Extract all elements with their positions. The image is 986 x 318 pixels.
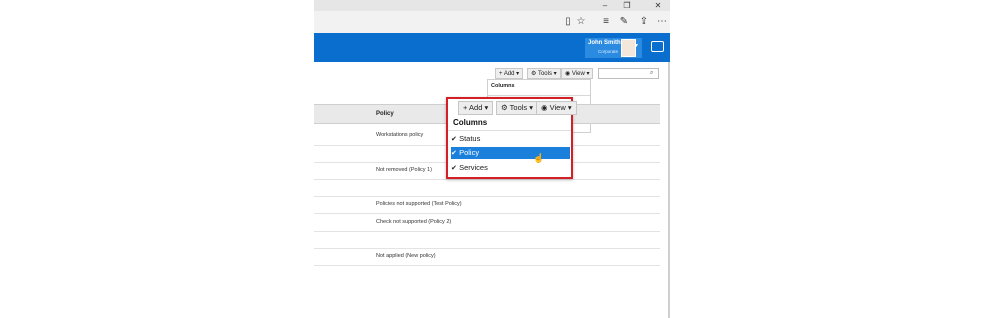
hub-icon[interactable]: ≡: [598, 13, 614, 31]
avatar[interactable]: [621, 39, 636, 57]
columns-dropdown-title: Columns: [491, 83, 515, 89]
view-button[interactable]: ◉ View ▾: [561, 68, 594, 79]
callout-add-button[interactable]: + Add ▾: [458, 101, 494, 115]
column-header-policy[interactable]: Policy: [376, 111, 394, 117]
minimize-icon[interactable]: –: [598, 0, 612, 11]
user-name: John Smith: [588, 40, 621, 46]
checkmark-icon: ✔: [451, 150, 457, 157]
checkmark-icon: ✔: [451, 136, 457, 143]
search-icon[interactable]: ⌕: [650, 68, 653, 79]
table-row: Not applied (New policy): [376, 253, 436, 259]
hand-cursor-icon: ☝: [533, 153, 545, 163]
row-divider: [314, 231, 660, 232]
divider: [487, 95, 590, 96]
more-icon[interactable]: ⋯: [654, 13, 670, 31]
row-divider: [314, 179, 660, 180]
table-row: Check not supported (Policy 2): [376, 219, 452, 225]
checkmark-icon: ✔: [451, 165, 457, 172]
column-option-policy[interactable]: ✔ Policy: [451, 147, 570, 159]
divider: [448, 130, 571, 131]
chevron-down-icon[interactable]: ▾: [635, 42, 638, 49]
notes-icon[interactable]: ✎: [616, 13, 632, 31]
browser-title-bar: [314, 0, 670, 11]
column-option-status[interactable]: ✔ Status: [451, 133, 570, 145]
close-icon[interactable]: ✕: [651, 0, 665, 11]
scrollbar[interactable]: [668, 62, 670, 318]
row-divider: [314, 213, 660, 214]
tools-button[interactable]: ⚙ Tools ▾: [527, 68, 561, 79]
add-button[interactable]: + Add ▾: [495, 68, 524, 79]
columns-menu-title: Columns: [453, 118, 488, 127]
favorite-star-icon[interactable]: ☆: [573, 13, 589, 31]
user-org: Corporate: [598, 49, 619, 54]
callout-view-button[interactable]: ◉ View ▾: [536, 101, 577, 115]
row-divider: [314, 248, 660, 249]
chat-icon[interactable]: [651, 41, 664, 52]
callout-tools-button[interactable]: ⚙ Tools ▾: [496, 101, 539, 115]
row-divider: [314, 196, 660, 197]
restore-icon[interactable]: ❐: [620, 0, 634, 11]
column-option-label: Policy: [459, 148, 480, 157]
table-row: Not removed (Policy 1): [376, 167, 432, 173]
column-option-label: Status: [459, 134, 481, 143]
column-option-services[interactable]: ✔ Services: [451, 162, 570, 174]
share-icon[interactable]: ⇪: [636, 13, 652, 31]
table-row: Workstations policy: [376, 132, 424, 138]
row-divider: [314, 265, 660, 266]
column-option-label: Services: [459, 163, 488, 172]
table-row: Policies not supported (Test Policy): [376, 201, 462, 207]
